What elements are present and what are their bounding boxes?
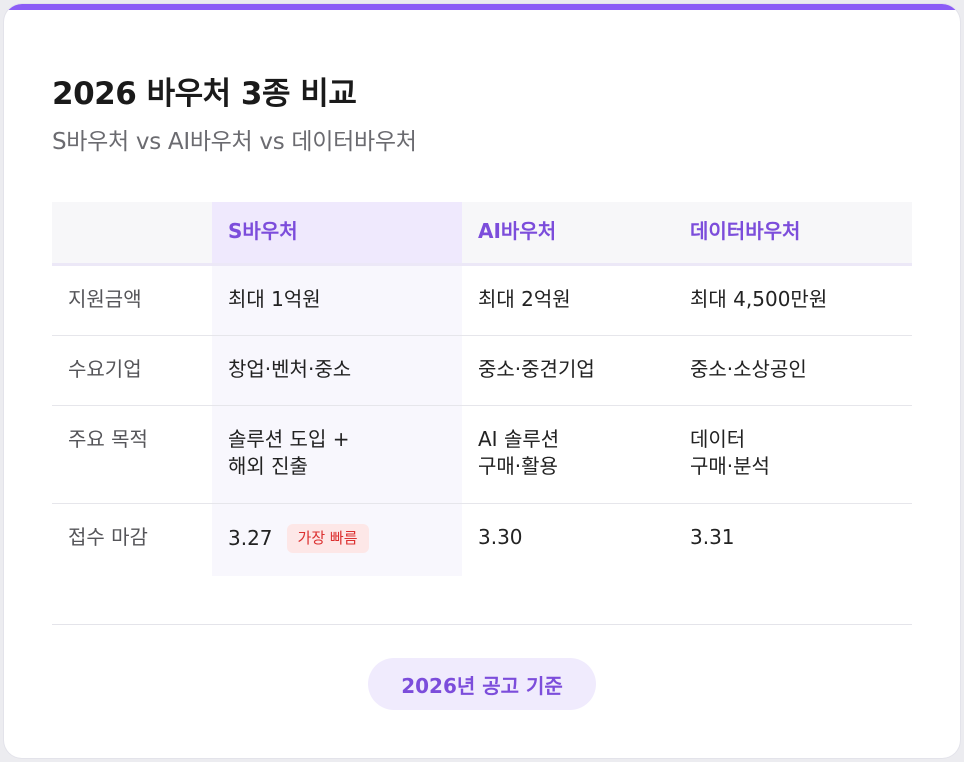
cell-text: 중소·소상공인 (690, 357, 807, 381)
table-cell: 최대 4,500만원 (674, 266, 912, 335)
table-cell: 3.31 (674, 504, 912, 576)
table-header-row: S바우처 AI바우처 데이터바우처 (52, 202, 912, 266)
cell-text: 3.27 (228, 526, 273, 550)
table-row: 지원금액 최대 1억원 최대 2억원 최대 4,500만원 (52, 266, 912, 336)
table-row: 접수 마감 3.27 가장 빠름 3.30 3.31 (52, 504, 912, 576)
comparison-table: S바우처 AI바우처 데이터바우처 지원금액 최대 1억원 최대 2억원 최대 … (52, 202, 912, 576)
table-cell: 3.27 가장 빠름 (212, 504, 462, 576)
cell-text: 3.31 (690, 525, 735, 549)
cell-text-line-1: 솔루션 도입 + (228, 427, 350, 451)
table-row: 주요 목적 솔루션 도입 + 해외 진출 AI 솔루션 구매·활용 데이터 구매… (52, 406, 912, 504)
header-cell-empty (52, 202, 212, 263)
cell-text: 3.30 (478, 525, 523, 549)
cell-text: 최대 1억원 (228, 287, 321, 311)
page-title: 2026 바우처 3종 비교 (52, 76, 357, 112)
footer-divider (52, 624, 912, 625)
accent-bar (4, 4, 960, 10)
table-cell: 최대 1억원 (212, 266, 462, 335)
cell-text-line-1: 데이터 (690, 427, 746, 451)
cell-text-line-2: 구매·분석 (690, 454, 770, 478)
fastest-badge: 가장 빠름 (286, 524, 369, 553)
cell-text-line-2: 구매·활용 (478, 454, 558, 478)
comparison-card: 2026 바우처 3종 비교 S바우처 vs AI바우처 vs 데이터바우처 S… (4, 4, 960, 758)
table-cell: 데이터 구매·분석 (674, 406, 912, 503)
cell-text: 최대 2억원 (478, 287, 571, 311)
table-cell: 중소·소상공인 (674, 336, 912, 405)
cell-text: 창업·벤처·중소 (228, 357, 352, 381)
cell-text-line-2: 해외 진출 (228, 454, 308, 478)
page-subtitle: S바우처 vs AI바우처 vs 데이터바우처 (52, 129, 417, 155)
row-label: 수요기업 (68, 357, 142, 381)
row-label: 접수 마감 (68, 525, 148, 549)
header-cell-ai-voucher: AI바우처 (478, 219, 557, 243)
table-cell: 창업·벤처·중소 (212, 336, 462, 405)
table-cell: 솔루션 도입 + 해외 진출 (212, 406, 462, 503)
cell-text-line-1: AI 솔루션 (478, 427, 560, 451)
cell-text: 최대 4,500만원 (690, 287, 828, 311)
table-cell: 3.30 (462, 504, 674, 576)
row-label: 지원금액 (68, 287, 142, 311)
cell-text: 중소·중견기업 (478, 357, 595, 381)
header-cell-s-voucher: S바우처 (212, 202, 462, 263)
table-cell: 최대 2억원 (462, 266, 674, 335)
table-row: 수요기업 창업·벤처·중소 중소·중견기업 중소·소상공인 (52, 336, 912, 406)
header-cell-data-voucher: 데이터바우처 (690, 219, 801, 243)
footer-note-pill: 2026년 공고 기준 (368, 658, 596, 710)
table-cell: 중소·중견기업 (462, 336, 674, 405)
table-cell: AI 솔루션 구매·활용 (462, 406, 674, 503)
row-label: 주요 목적 (68, 427, 148, 451)
